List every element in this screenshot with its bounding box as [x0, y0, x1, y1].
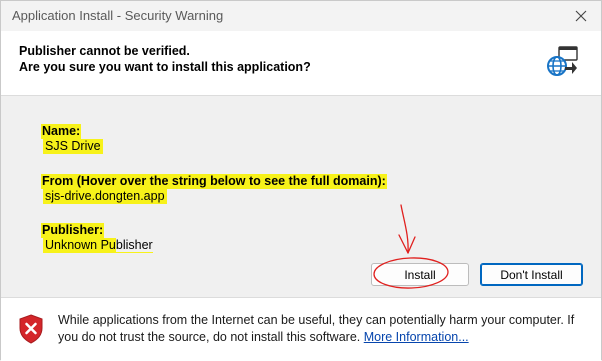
publisher-value-rest: blisher	[115, 238, 153, 252]
annotation-arrow-icon	[400, 204, 409, 254]
dont-install-button[interactable]: Don't Install	[480, 263, 583, 286]
footer-warning-panel: While applications from the Internet can…	[1, 297, 601, 361]
globe-app-install-icon	[547, 46, 578, 76]
shield-warning-icon	[19, 314, 43, 344]
footer-warning-text: While applications from the Internet can…	[58, 312, 583, 346]
more-information-link[interactable]: More Information...	[364, 330, 469, 344]
security-warning-dialog: Application Install - Security Warning P…	[0, 0, 602, 361]
header-publisher-warning: Publisher cannot be verified.	[19, 44, 190, 58]
close-icon	[575, 10, 587, 22]
name-value: SJS Drive	[43, 139, 103, 154]
publisher-value-highlighted: Unknown Pu	[45, 238, 116, 252]
header-panel: Publisher cannot be verified. Are you su…	[1, 31, 601, 96]
publisher-value: Unknown Publisher	[43, 238, 153, 253]
from-domain-value[interactable]: sjs-drive.dongten.app	[43, 189, 167, 204]
warning-text: While applications from the Internet can…	[58, 313, 575, 344]
header-install-question: Are you sure you want to install this ap…	[19, 60, 311, 74]
name-label: Name:	[41, 124, 82, 139]
title-bar[interactable]: Application Install - Security Warning	[1, 1, 601, 31]
window-title: Application Install - Security Warning	[12, 8, 224, 23]
publisher-label: Publisher:	[41, 223, 105, 238]
install-button[interactable]: Install	[371, 263, 469, 286]
close-button[interactable]	[567, 3, 595, 29]
from-label: From (Hover over the string below to see…	[41, 174, 387, 189]
